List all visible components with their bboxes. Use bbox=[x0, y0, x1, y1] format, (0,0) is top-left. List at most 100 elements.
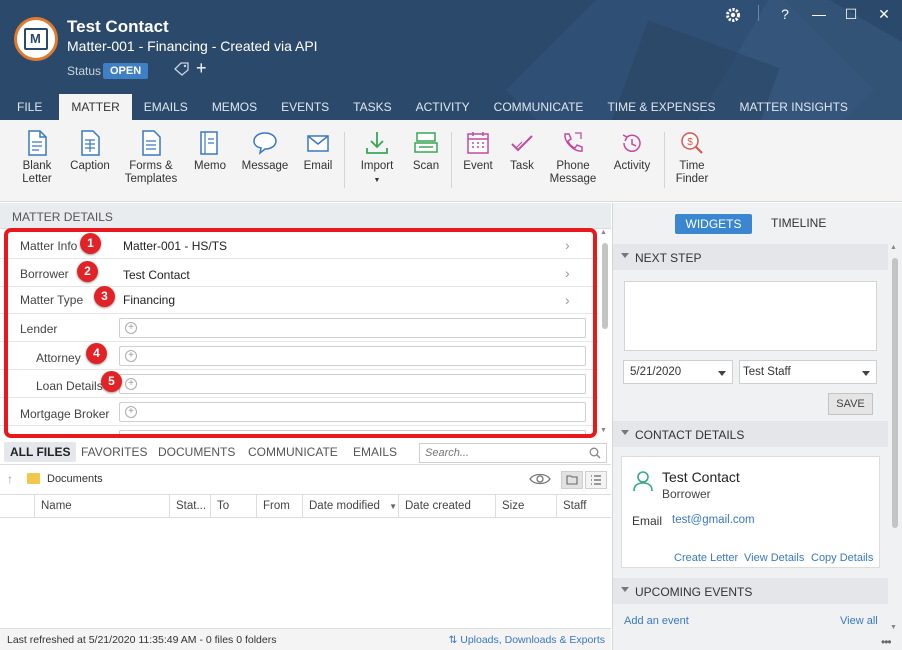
message-label: Message bbox=[241, 160, 289, 172]
tab-emails[interactable]: EMAILS bbox=[132, 94, 200, 120]
maximize-button[interactable]: ☐ bbox=[838, 4, 864, 24]
time-finder-icon: $ bbox=[681, 132, 703, 154]
column-status[interactable]: Stat... bbox=[170, 495, 211, 517]
svg-text:$: $ bbox=[687, 137, 693, 148]
contact-email-link[interactable]: test@gmail.com bbox=[672, 514, 755, 526]
eye-icon[interactable] bbox=[528, 471, 552, 487]
transfer-arrows-icon: ⇅ bbox=[448, 634, 461, 646]
upcoming-events-title: UPCOMING EVENTS bbox=[635, 585, 753, 599]
memo-icon bbox=[200, 131, 218, 155]
person-icon bbox=[633, 471, 653, 492]
import-button[interactable]: Import ▼ bbox=[356, 130, 398, 187]
sort-down-icon: ▼ bbox=[389, 502, 398, 511]
column-staff[interactable]: Staff bbox=[557, 495, 611, 517]
tab-file[interactable]: FILE bbox=[0, 94, 59, 120]
column-from[interactable]: From bbox=[257, 495, 303, 517]
collapse-arrow-icon[interactable] bbox=[621, 587, 629, 592]
column-name[interactable]: Name bbox=[35, 495, 170, 517]
copy-details-link[interactable]: Copy Details bbox=[811, 552, 873, 564]
activity-button[interactable]: Activity bbox=[611, 130, 653, 173]
tab-communicate[interactable]: COMMUNICATE bbox=[482, 94, 596, 120]
arrow-up-icon[interactable]: ↑ bbox=[7, 472, 13, 486]
chevron-down-icon[interactable] bbox=[862, 371, 870, 376]
close-button[interactable]: ✕ bbox=[871, 4, 897, 24]
date-modified-label: Date modified bbox=[309, 500, 380, 512]
tab-matter-insights[interactable]: MATTER INSIGHTS bbox=[727, 94, 859, 120]
forms-templates-button[interactable]: Forms & Templates bbox=[122, 130, 180, 186]
contact-details-section-header[interactable]: CONTACT DETAILS bbox=[613, 421, 888, 447]
timeline-toggle[interactable]: TIMELINE bbox=[771, 216, 826, 230]
create-letter-link[interactable]: Create Letter bbox=[674, 552, 738, 564]
caption-button[interactable]: Caption bbox=[68, 130, 112, 173]
tab-activity[interactable]: ACTIVITY bbox=[404, 94, 482, 120]
widgets-toggle[interactable]: WIDGETS bbox=[675, 214, 752, 234]
view-details-link[interactable]: View Details bbox=[744, 552, 804, 564]
add-tag-icon[interactable]: + bbox=[196, 59, 207, 77]
collapse-arrow-icon[interactable] bbox=[621, 253, 629, 258]
uploads-downloads-link[interactable]: ⇅ Uploads, Downloads & Exports bbox=[449, 634, 605, 646]
column-date-modified[interactable]: Date modified ▼ bbox=[303, 495, 399, 517]
next-step-staff-select[interactable]: Test Staff bbox=[739, 360, 877, 384]
tab-memos[interactable]: MEMOS bbox=[200, 94, 269, 120]
tab-time-expenses[interactable]: TIME & EXPENSES bbox=[595, 94, 727, 120]
scan-button[interactable]: Scan bbox=[408, 130, 444, 173]
phone-message-button[interactable]: Phone Message bbox=[549, 130, 597, 186]
contact-name[interactable]: Test Contact bbox=[662, 469, 740, 485]
tab-favorites[interactable]: FAVORITES bbox=[81, 445, 147, 459]
next-step-note-input[interactable] bbox=[624, 281, 877, 351]
column-date-created[interactable]: Date created bbox=[399, 495, 496, 517]
tab-events[interactable]: EVENTS bbox=[269, 94, 341, 120]
tab-tasks[interactable]: TASKS bbox=[341, 94, 403, 120]
folder-view-button[interactable] bbox=[561, 471, 583, 489]
search-input[interactable] bbox=[425, 444, 585, 462]
right-panel-scrollbar[interactable]: ▲ ▼ bbox=[890, 244, 900, 636]
ribbon-divider bbox=[344, 132, 345, 188]
tag-icon[interactable] bbox=[174, 62, 190, 76]
folder-icon bbox=[27, 473, 40, 484]
scroll-down-icon[interactable]: ▼ bbox=[890, 624, 897, 631]
files-grid-body bbox=[0, 518, 611, 628]
matter-details-scrollbar[interactable]: ▲ ▼ bbox=[600, 229, 610, 438]
chevron-down-icon[interactable] bbox=[718, 371, 726, 376]
tab-all-files[interactable]: ALL FILES bbox=[4, 442, 77, 462]
event-button[interactable]: Event bbox=[461, 130, 495, 173]
status-badge[interactable]: OPEN bbox=[103, 63, 149, 79]
blank-letter-button[interactable]: Blank Letter bbox=[18, 130, 56, 186]
scroll-up-icon[interactable]: ▲ bbox=[890, 244, 897, 251]
time-label: Time bbox=[679, 160, 705, 172]
collapse-arrow-icon[interactable] bbox=[621, 430, 629, 435]
scroll-thumb[interactable] bbox=[602, 243, 608, 329]
list-view-button[interactable] bbox=[585, 471, 607, 489]
scroll-down-icon[interactable]: ▼ bbox=[600, 427, 607, 434]
minimize-button[interactable]: — bbox=[806, 4, 832, 24]
phone-message-label: Message bbox=[549, 173, 597, 185]
view-all-events-link[interactable]: View all bbox=[840, 615, 878, 627]
memo-button[interactable]: Memo bbox=[192, 130, 228, 173]
column-size[interactable]: Size bbox=[496, 495, 557, 517]
email-button[interactable]: Email bbox=[301, 130, 335, 173]
tab-communicate-files[interactable]: COMMUNICATE bbox=[248, 445, 338, 459]
refresh-status: Last refreshed at 5/21/2020 11:35:49 AM … bbox=[7, 634, 277, 646]
gear-icon[interactable] bbox=[720, 5, 746, 25]
files-search[interactable] bbox=[419, 443, 607, 463]
add-event-link[interactable]: Add an event bbox=[624, 615, 689, 627]
search-icon[interactable] bbox=[589, 447, 601, 459]
message-button[interactable]: Message bbox=[241, 130, 289, 173]
next-step-section-header[interactable]: NEXT STEP bbox=[613, 244, 888, 270]
upcoming-events-section-header[interactable]: UPCOMING EVENTS bbox=[613, 578, 888, 604]
phone-icon bbox=[564, 132, 583, 152]
tab-emails-files[interactable]: EMAILS bbox=[353, 445, 397, 459]
tab-matter[interactable]: MATTER bbox=[59, 94, 132, 120]
column-to[interactable]: To bbox=[211, 495, 257, 517]
tab-documents[interactable]: DOCUMENTS bbox=[158, 445, 235, 459]
scroll-up-icon[interactable]: ▲ bbox=[600, 229, 607, 236]
next-step-date-select[interactable]: 5/21/2020 bbox=[623, 360, 733, 384]
breadcrumb-documents[interactable]: Documents bbox=[47, 473, 103, 485]
save-button[interactable]: SAVE bbox=[828, 393, 873, 415]
task-button[interactable]: Task bbox=[507, 130, 537, 173]
time-finder-button[interactable]: $ Time Finder bbox=[673, 130, 711, 186]
more-options-icon[interactable]: ••• bbox=[881, 635, 892, 649]
help-button[interactable]: ? bbox=[772, 4, 798, 24]
select-column[interactable] bbox=[0, 495, 35, 517]
scroll-thumb[interactable] bbox=[892, 258, 898, 528]
